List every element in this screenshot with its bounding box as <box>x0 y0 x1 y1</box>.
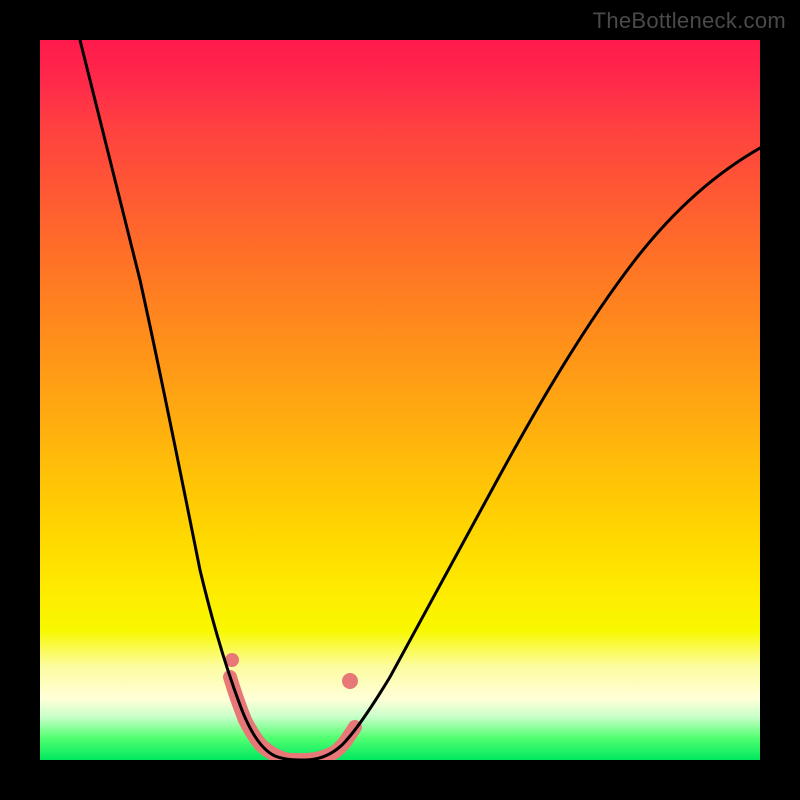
watermark-text: TheBottleneck.com <box>593 8 786 34</box>
chart-frame: TheBottleneck.com <box>0 0 800 800</box>
highlight-dot-upper <box>342 673 358 689</box>
bottleneck-curve <box>80 40 760 760</box>
highlighted-segment <box>230 677 355 760</box>
chart-svg <box>40 40 760 760</box>
